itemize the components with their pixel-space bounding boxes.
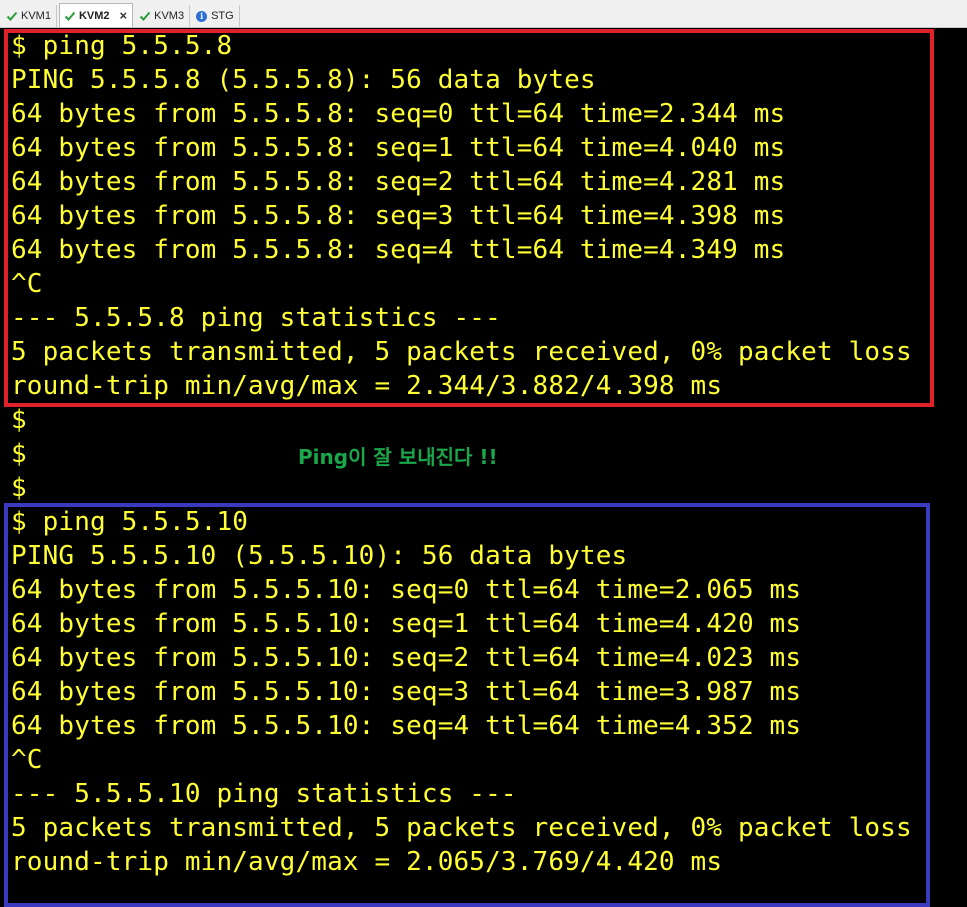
tab-stg[interactable]: i STG — [192, 5, 240, 27]
info-icon: i — [196, 10, 208, 22]
terminal-line: 64 bytes from 5.5.5.10: seq=1 ttl=64 tim… — [11, 609, 802, 639]
terminal-line: $ ping 5.5.5.10 — [11, 507, 249, 537]
tab-kvm3[interactable]: KVM3 — [135, 5, 191, 27]
terminal-line: 64 bytes from 5.5.5.8: seq=0 ttl=64 time… — [11, 99, 786, 129]
terminal-line: $ — [11, 473, 27, 503]
terminal-line: ^C — [11, 745, 43, 775]
terminal-line: round-trip min/avg/max = 2.065/3.769/4.4… — [11, 847, 723, 877]
terminal-line: ^C — [11, 269, 43, 299]
terminal-line: 5 packets transmitted, 5 packets receive… — [11, 813, 912, 843]
terminal-output[interactable]: $ ping 5.5.5.8 PING 5.5.5.8 (5.5.5.8): 5… — [0, 28, 967, 907]
terminal-line: 64 bytes from 5.5.5.10: seq=0 ttl=64 tim… — [11, 575, 802, 605]
terminal-line: 5 packets transmitted, 5 packets receive… — [11, 337, 912, 367]
terminal-line: 64 bytes from 5.5.5.10: seq=4 ttl=64 tim… — [11, 711, 802, 741]
terminal-line: PING 5.5.5.8 (5.5.5.8): 56 data bytes — [11, 65, 596, 95]
terminal-line: 64 bytes from 5.5.5.8: seq=2 ttl=64 time… — [11, 167, 786, 197]
tab-label: KVM2 — [78, 9, 110, 22]
terminal-line: 64 bytes from 5.5.5.10: seq=3 ttl=64 tim… — [11, 677, 802, 707]
terminal-line: $ ping 5.5.5.8 — [11, 31, 233, 61]
terminal-line: round-trip min/avg/max = 2.344/3.882/4.3… — [11, 371, 723, 401]
tab-kvm1[interactable]: KVM1 — [2, 5, 57, 27]
terminal-line: $ — [11, 439, 27, 469]
check-icon — [64, 11, 76, 21]
check-icon — [6, 11, 18, 21]
close-icon[interactable]: × — [120, 8, 128, 23]
annotation-text: Ping이 잘 보내진다 !! — [298, 445, 498, 469]
terminal-line: --- 5.5.5.10 ping statistics --- — [11, 779, 517, 809]
terminal-line: 64 bytes from 5.5.5.8: seq=3 ttl=64 time… — [11, 201, 786, 231]
tab-label: KVM1 — [21, 10, 51, 22]
terminal-line: 64 bytes from 5.5.5.10: seq=2 ttl=64 tim… — [11, 643, 802, 673]
tab-bar: KVM1 KVM2 × KVM3 i STG — [0, 0, 967, 28]
terminal-line: 64 bytes from 5.5.5.8: seq=1 ttl=64 time… — [11, 133, 786, 163]
tab-label: STG — [211, 10, 234, 22]
terminal-line: $ — [11, 405, 27, 435]
tab-label: KVM3 — [154, 10, 185, 22]
terminal-line: --- 5.5.5.8 ping statistics --- — [11, 303, 501, 333]
terminal-line: 64 bytes from 5.5.5.8: seq=4 ttl=64 time… — [11, 235, 786, 265]
check-icon — [139, 11, 151, 21]
terminal-line: PING 5.5.5.10 (5.5.5.10): 56 data bytes — [11, 541, 628, 571]
tab-kvm2[interactable]: KVM2 × — [58, 3, 134, 27]
